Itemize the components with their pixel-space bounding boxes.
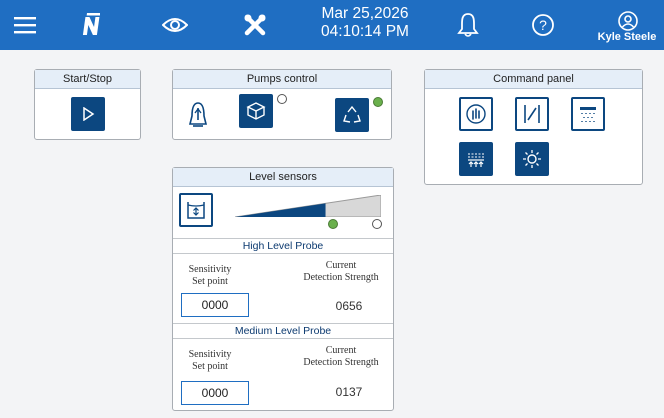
box-pump-icon bbox=[246, 102, 266, 120]
high-probe-sensitivity-line2: Set point bbox=[192, 276, 228, 287]
user-name[interactable]: Kyle Steele bbox=[590, 31, 664, 43]
valve-icon bbox=[524, 105, 540, 123]
svg-text:?: ? bbox=[539, 17, 547, 33]
play-button[interactable] bbox=[71, 97, 105, 131]
valve-button[interactable] bbox=[515, 97, 549, 131]
start-stop-panel: Start/Stop bbox=[34, 69, 141, 140]
medium-probe-setpoint-input[interactable]: 0000 bbox=[181, 381, 249, 405]
high-probe-sensitivity-label: Sensitivity Set point bbox=[179, 264, 241, 288]
light-button[interactable] bbox=[515, 142, 549, 176]
box-pump-button[interactable] bbox=[239, 94, 273, 128]
level-indicator-2 bbox=[372, 219, 382, 229]
high-probe-title: High Level Probe bbox=[173, 238, 393, 254]
pumps-control-panel: Pumps control bbox=[172, 69, 392, 140]
high-probe-current-label: Current Detection Strength bbox=[291, 260, 391, 284]
high-probe-current-line2: Detection Strength bbox=[303, 272, 379, 283]
shower-icon bbox=[580, 107, 596, 122]
help-icon[interactable]: ? bbox=[528, 0, 558, 50]
high-probe-setpoint-input[interactable]: 0000 bbox=[181, 293, 249, 317]
high-probe-sensitivity-line1: Sensitivity bbox=[188, 264, 232, 275]
medium-probe-current-line1: Current bbox=[325, 345, 357, 356]
level-sensors-title: Level sensors bbox=[173, 168, 393, 187]
tools-icon[interactable] bbox=[240, 0, 270, 50]
level-indicator-1 bbox=[328, 219, 338, 229]
bell-icon[interactable] bbox=[453, 0, 483, 50]
high-probe-current-value: 0656 bbox=[335, 299, 363, 313]
medium-probe-sensitivity-line2: Set point bbox=[192, 361, 228, 372]
command-panel: Command panel bbox=[424, 69, 643, 185]
medium-probe-current-value: 0137 bbox=[335, 385, 363, 399]
eye-icon[interactable] bbox=[160, 0, 190, 50]
recycle-pump-button[interactable] bbox=[335, 98, 369, 132]
medium-probe-current-label: Current Detection Strength bbox=[291, 345, 391, 369]
start-stop-title: Start/Stop bbox=[35, 70, 140, 89]
shower-button[interactable] bbox=[571, 97, 605, 131]
level-sensor-button[interactable] bbox=[179, 193, 213, 227]
heat-up-icon bbox=[468, 153, 484, 167]
recycle-pump-indicator bbox=[373, 97, 383, 107]
box-pump-indicator bbox=[277, 94, 287, 104]
time-text: 04:10:14 PM bbox=[321, 23, 409, 40]
touch-hand-button[interactable] bbox=[459, 97, 493, 131]
date-text: Mar 25,2026 bbox=[321, 5, 409, 22]
heat-up-button[interactable] bbox=[459, 142, 493, 176]
touch-hand-icon bbox=[466, 104, 486, 124]
recycle-pump-icon bbox=[343, 105, 361, 123]
logo-icon bbox=[74, 0, 104, 50]
medium-probe-current-line2: Detection Strength bbox=[303, 357, 379, 368]
play-icon bbox=[83, 107, 95, 121]
level-sensors-panel: Level sensors High Level Probe Sensitivi… bbox=[172, 167, 394, 411]
medium-probe-title: Medium Level Probe bbox=[173, 323, 393, 339]
medium-probe-sensitivity-label: Sensitivity Set point bbox=[179, 349, 241, 373]
pumps-control-title: Pumps control bbox=[173, 70, 391, 89]
high-probe-current-line1: Current bbox=[325, 260, 357, 271]
level-tank-icon bbox=[187, 202, 205, 219]
menu-icon[interactable] bbox=[10, 0, 40, 50]
command-panel-title: Command panel bbox=[425, 70, 642, 89]
medium-probe-sensitivity-line1: Sensitivity bbox=[188, 349, 232, 360]
datetime: Mar 25,2026 04:10:14 PM bbox=[300, 5, 430, 41]
level-gauge bbox=[235, 195, 381, 217]
bell-pump-icon[interactable] bbox=[187, 100, 209, 132]
light-icon bbox=[523, 150, 541, 168]
top-bar: Mar 25,2026 04:10:14 PM ? Kyle Steele bbox=[0, 0, 664, 50]
